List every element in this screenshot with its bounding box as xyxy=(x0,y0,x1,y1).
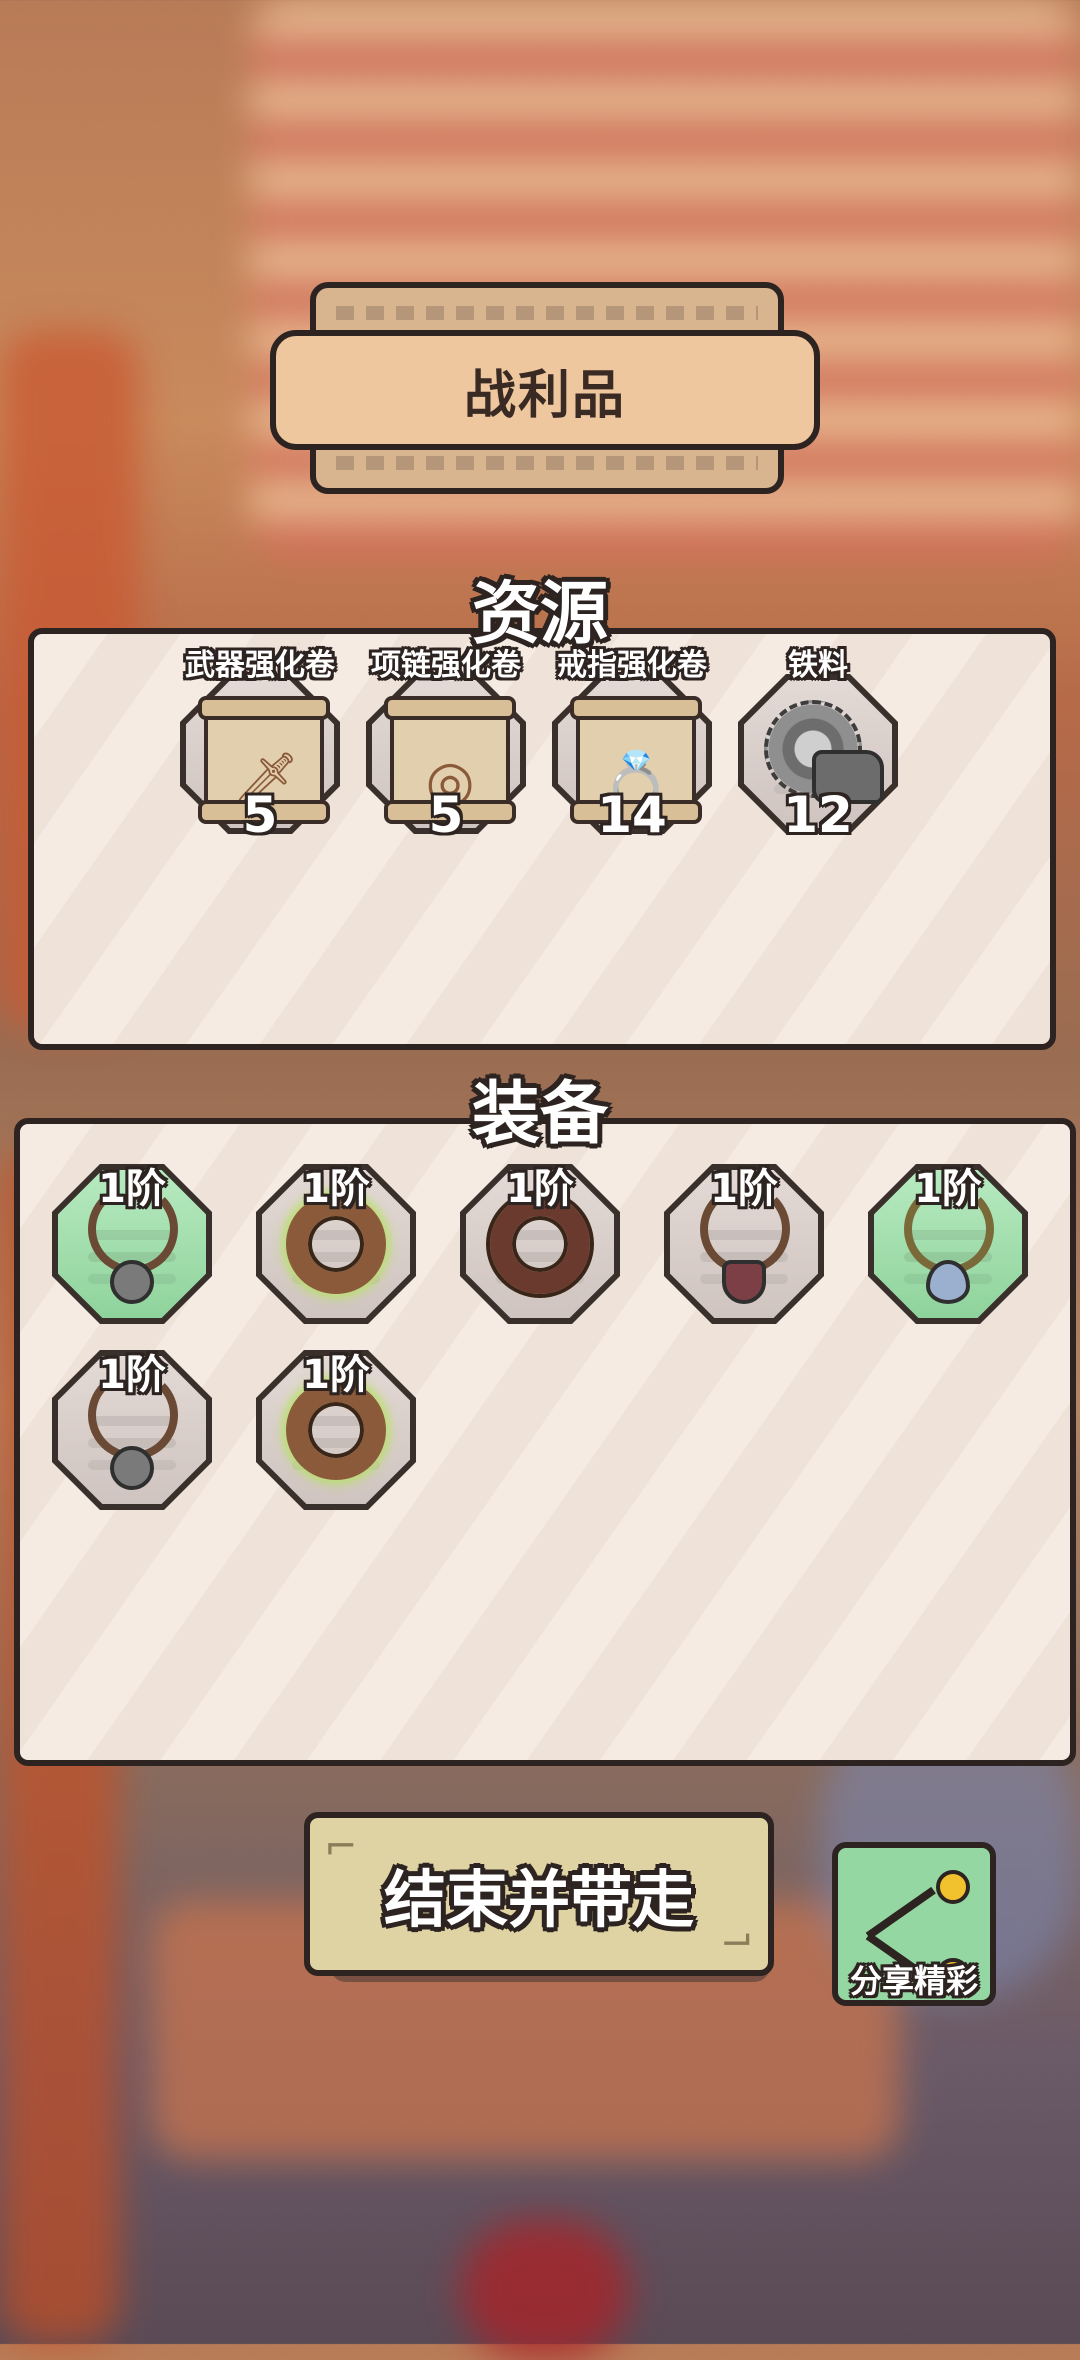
equipment-item[interactable]: 1阶 xyxy=(460,1164,620,1324)
equipment-item[interactable]: 1阶 xyxy=(256,1350,416,1510)
share-button-label: 分享精彩 xyxy=(849,1962,978,2000)
resources-panel: 🗡 武器强化卷 5 ◎ 项链强化卷 5 💍 戒指强化卷 14 铁料 12 xyxy=(28,628,1056,1050)
pendant xyxy=(110,1260,154,1304)
resource-count: 14 xyxy=(597,786,667,844)
equipment-item[interactable]: 1阶 xyxy=(868,1164,1028,1324)
equipment-tier: 1阶 xyxy=(302,1352,370,1398)
equipment-tier: 1阶 xyxy=(98,1166,166,1212)
equipment-item[interactable]: 1阶 xyxy=(664,1164,824,1324)
equipment-tier: 1阶 xyxy=(98,1352,166,1398)
pendant xyxy=(722,1260,766,1304)
resource-item-ring-scroll[interactable]: 💍 戒指强化卷 14 xyxy=(552,648,712,844)
equipment-tier: 1阶 xyxy=(506,1166,574,1212)
equipment-heading: 装备 xyxy=(471,1075,608,1154)
pendant xyxy=(926,1260,970,1304)
background-blur xyxy=(460,2220,630,2360)
finish-and-take-button[interactable]: 结束并带走 xyxy=(304,1812,774,1982)
finish-button-label: 结束并带走 xyxy=(383,1863,694,1936)
resource-count: 5 xyxy=(428,786,464,844)
page-title: 战利品 xyxy=(463,365,626,426)
resource-item-necklace-scroll[interactable]: ◎ 项链强化卷 5 xyxy=(366,648,526,844)
equipment-panel: 1阶 1阶 1阶 1阶 1阶 1阶 1阶 xyxy=(14,1118,1076,1766)
resources-heading: 资源 xyxy=(471,575,608,654)
equipment-tier: 1阶 xyxy=(710,1166,778,1212)
equipment-item[interactable]: 1阶 xyxy=(52,1164,212,1324)
title-banner: 战利品 xyxy=(270,330,820,450)
equipment-item[interactable]: 1阶 xyxy=(52,1350,212,1510)
share-button[interactable]: 分享精彩 xyxy=(832,1842,996,2006)
equipment-tier: 1阶 xyxy=(914,1166,982,1212)
resource-count: 12 xyxy=(783,786,853,844)
resource-item-weapon-scroll[interactable]: 🗡 武器强化卷 5 xyxy=(180,648,340,844)
share-icon xyxy=(936,1870,970,1904)
resource-item-iron[interactable]: 铁料 12 xyxy=(738,648,898,844)
resource-count: 5 xyxy=(242,786,278,844)
pendant xyxy=(110,1446,154,1490)
equipment-item[interactable]: 1阶 xyxy=(256,1164,416,1324)
equipment-tier: 1阶 xyxy=(302,1166,370,1212)
